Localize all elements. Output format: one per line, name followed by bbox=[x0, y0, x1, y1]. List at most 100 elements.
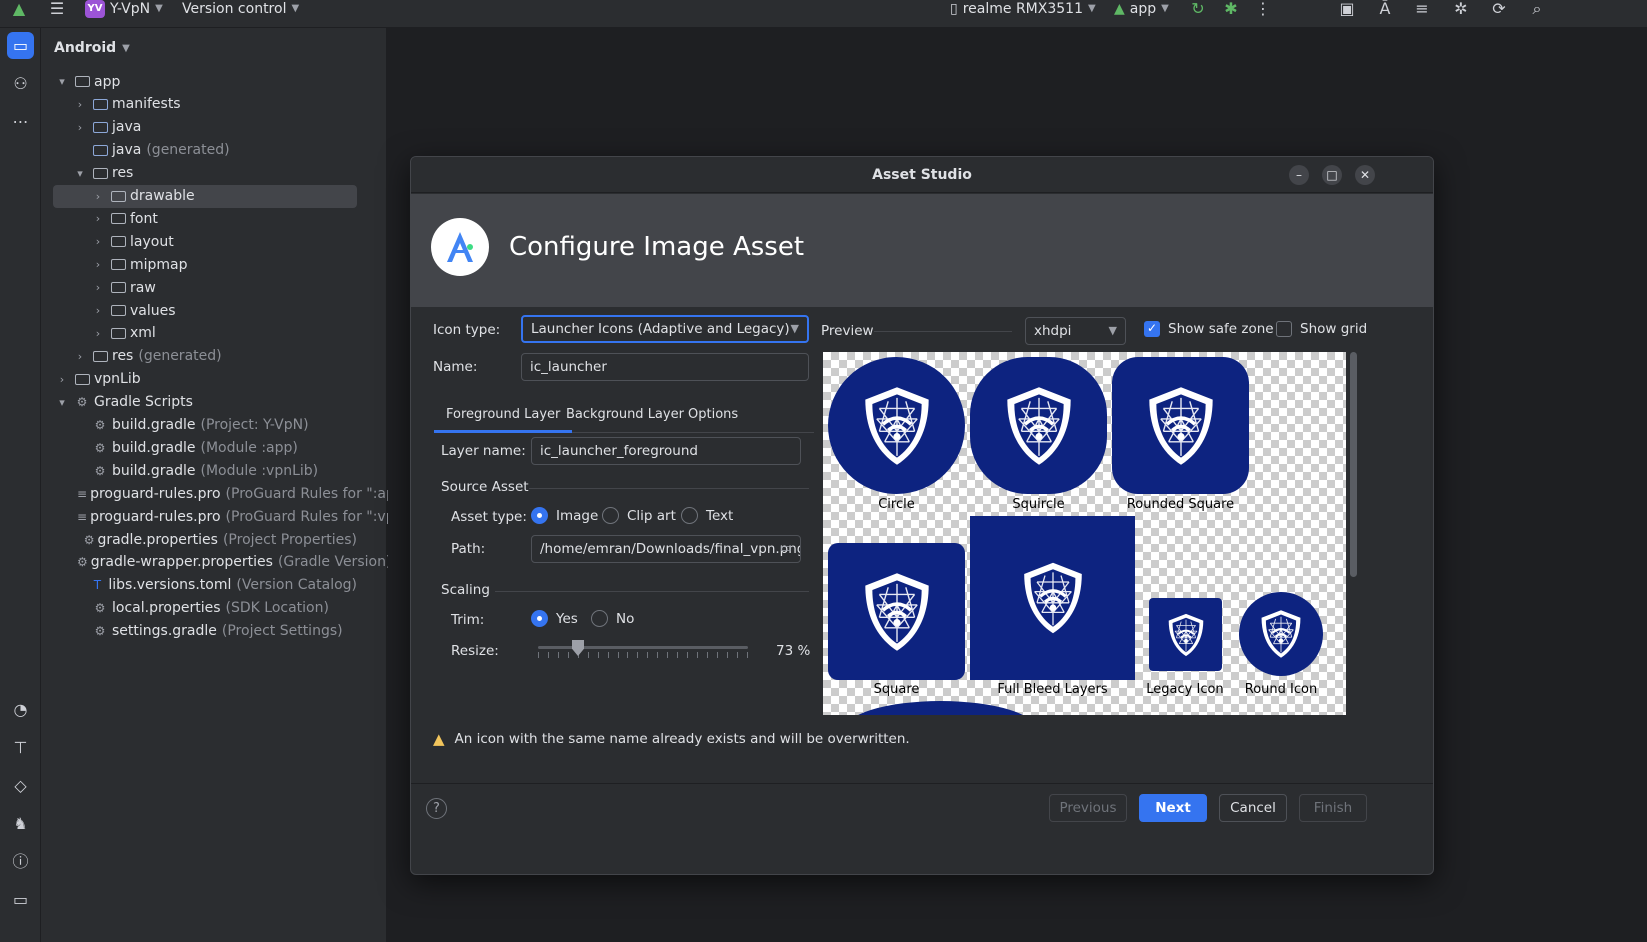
gem-icon[interactable]: ◇ bbox=[7, 772, 34, 799]
tree-item[interactable]: › values bbox=[53, 299, 357, 322]
density-select[interactable]: xhdpi ▼ bbox=[1025, 317, 1126, 345]
run-config-selector[interactable]: ▲ app ▼ bbox=[1114, 0, 1169, 17]
tree-item-icon bbox=[109, 235, 127, 249]
tree-item[interactable]: java (generated) bbox=[53, 139, 357, 162]
preview-scrollbar[interactable] bbox=[1350, 352, 1357, 577]
show-grid-checkbox[interactable]: Show grid bbox=[1276, 321, 1367, 337]
show-safe-zone-checkbox[interactable]: ✓ Show safe zone bbox=[1144, 321, 1274, 337]
caption-rounded-square: Rounded Square bbox=[1126, 497, 1235, 512]
asset-type-image-radio[interactable]: Image bbox=[531, 507, 598, 524]
close-icon[interactable]: ✕ bbox=[1355, 165, 1375, 185]
tab-background-layer[interactable]: Background Layer bbox=[554, 400, 696, 433]
trim-no-radio[interactable]: No bbox=[591, 610, 634, 627]
structure-icon[interactable]: ⚇ bbox=[7, 70, 34, 97]
vcs-menu[interactable]: Version control ▼ bbox=[182, 0, 299, 17]
finish-button[interactable]: Finish bbox=[1299, 794, 1367, 822]
tree-item[interactable]: ▾ ⚙ Gradle Scripts bbox=[53, 391, 357, 414]
minimize-icon[interactable]: – bbox=[1289, 165, 1309, 185]
tree-item-label: libs.versions.toml bbox=[108, 577, 232, 594]
expand-arrow-icon[interactable]: › bbox=[55, 373, 69, 386]
expand-arrow-icon[interactable]: › bbox=[73, 350, 87, 363]
tree-item[interactable]: ≡ proguard-rules.pro (ProGuard Rules for "… bbox=[53, 505, 395, 528]
profiler-icon[interactable]: ◔ bbox=[7, 696, 34, 723]
tree-item[interactable]: › mipmap bbox=[53, 253, 357, 276]
trim-yes-radio[interactable]: Yes bbox=[531, 610, 578, 627]
asset-type-text-radio[interactable]: Text bbox=[681, 507, 733, 524]
tree-item-icon: ⚙ bbox=[91, 601, 109, 615]
layer-name-input[interactable]: ic_launcher_foreground bbox=[531, 437, 801, 465]
tree-item[interactable]: ⚙ build.gradle (Module :app) bbox=[53, 436, 357, 459]
expand-arrow-icon[interactable]: ▾ bbox=[55, 396, 69, 409]
name-input[interactable]: ic_launcher bbox=[521, 353, 809, 381]
tab-options[interactable]: Options bbox=[676, 400, 750, 433]
resize-slider-track[interactable] bbox=[538, 646, 748, 649]
tree-item[interactable]: › java bbox=[53, 116, 357, 139]
logcat-icon[interactable]: ♞ bbox=[7, 810, 34, 837]
tab-foreground-layer[interactable]: Foreground Layer bbox=[434, 400, 573, 433]
maximize-icon[interactable]: □ bbox=[1322, 165, 1342, 185]
cancel-button[interactable]: Cancel bbox=[1219, 794, 1287, 822]
tree-item[interactable]: ▾ app bbox=[53, 70, 357, 93]
asset-type-clipart-radio[interactable]: Clip art bbox=[602, 507, 676, 524]
tree-item[interactable]: › drawable bbox=[53, 184, 357, 208]
tree-item[interactable]: ⚙ build.gradle (Module :vpnLib) bbox=[53, 459, 357, 482]
device-selector[interactable]: ▯ realme RMX3511 ▼ bbox=[950, 0, 1096, 17]
tree-item[interactable]: ⚙ build.gradle (Project: Y-VpN) bbox=[53, 414, 357, 437]
expand-arrow-icon[interactable]: › bbox=[91, 258, 105, 271]
project-panel: Android ▼ ▾ app › manifests › java java (genera… bbox=[41, 28, 395, 942]
device-manager-icon[interactable]: ▣ bbox=[1336, 0, 1358, 19]
tree-item[interactable]: ▾ res bbox=[53, 162, 357, 185]
expand-arrow-icon[interactable]: › bbox=[91, 235, 105, 248]
expand-arrow-icon[interactable]: › bbox=[91, 212, 105, 225]
path-input[interactable]: /home/emran/Downloads/final_vpn.png ▭ bbox=[531, 535, 801, 563]
tree-item[interactable]: ⚙ settings.gradle (Project Settings) bbox=[53, 620, 357, 643]
build-icon[interactable]: ⊤ bbox=[7, 734, 34, 761]
expand-arrow-icon[interactable]: › bbox=[73, 121, 87, 134]
help-icon[interactable]: ? bbox=[426, 798, 447, 819]
translate-icon[interactable]: Ā bbox=[1374, 0, 1396, 19]
folder-browse-icon[interactable]: ▭ bbox=[780, 536, 792, 562]
terminal-icon[interactable]: ▭ bbox=[7, 886, 34, 913]
layout-icon[interactable]: ≡ bbox=[1411, 0, 1433, 19]
expand-arrow-icon[interactable]: › bbox=[91, 304, 105, 317]
tree-item[interactable]: ≡ proguard-rules.pro (ProGuard Rules for "… bbox=[53, 482, 395, 505]
folder-icon bbox=[92, 98, 108, 110]
tree-item-icon bbox=[91, 349, 109, 363]
more-tools-icon[interactable]: ⋯ bbox=[7, 108, 34, 135]
tree-item[interactable]: Tlibs.versions.toml (Version Catalog) bbox=[53, 574, 357, 597]
tree-item[interactable]: › res (generated) bbox=[53, 345, 357, 368]
icon-type-select[interactable]: Launcher Icons (Adaptive and Legacy) ▼ bbox=[521, 315, 809, 343]
expand-arrow-icon[interactable]: ▾ bbox=[73, 167, 87, 180]
tree-item-icon bbox=[109, 281, 127, 295]
tree-item[interactable]: › layout bbox=[53, 230, 357, 253]
main-menu-icon[interactable]: ☰ bbox=[46, 0, 68, 19]
tree-item[interactable]: › font bbox=[53, 207, 357, 230]
expand-arrow-icon[interactable]: ▾ bbox=[55, 75, 69, 88]
apply-changes-icon[interactable]: ↻ bbox=[1187, 0, 1209, 19]
sync-icon[interactable]: ⟳ bbox=[1488, 0, 1510, 19]
tree-item[interactable]: › vpnLib bbox=[53, 368, 357, 391]
debug-icon[interactable]: ✱ bbox=[1220, 0, 1242, 19]
tree-item[interactable]: ⚙ local.properties (SDK Location) bbox=[53, 597, 357, 620]
tree-item[interactable]: › xml bbox=[53, 322, 357, 345]
expand-arrow-icon[interactable]: › bbox=[91, 327, 105, 340]
project-folder-icon[interactable]: ▭ bbox=[7, 32, 34, 59]
project-view-selector[interactable]: Android ▼ bbox=[54, 40, 130, 56]
radio-label: Image bbox=[556, 507, 599, 524]
project-selector[interactable]: YV Y-VpN ▼ bbox=[85, 0, 163, 18]
settings-icon[interactable]: ✲ bbox=[1450, 0, 1472, 19]
previous-button[interactable]: Previous bbox=[1049, 794, 1127, 822]
text-file-icon: ≡ bbox=[77, 486, 88, 501]
expand-arrow-icon[interactable]: › bbox=[91, 190, 105, 203]
tree-item[interactable]: ⚙ gradle-wrapper.properties (Gradle Versio… bbox=[53, 551, 391, 574]
expand-arrow-icon[interactable]: › bbox=[91, 281, 105, 294]
more-actions-icon[interactable]: ⋮ bbox=[1252, 0, 1274, 19]
warning-message: ▲ An icon with the same name already exi… bbox=[433, 730, 910, 748]
problems-icon[interactable]: ⓘ bbox=[7, 848, 34, 875]
tree-item[interactable]: › raw bbox=[53, 276, 357, 299]
next-button[interactable]: Next bbox=[1139, 794, 1207, 822]
tree-item[interactable]: ⚙ gradle.properties (Project Properties) bbox=[53, 528, 357, 551]
search-icon[interactable]: ⌕ bbox=[1526, 0, 1548, 19]
tree-item[interactable]: › manifests bbox=[53, 93, 357, 116]
expand-arrow-icon[interactable]: › bbox=[73, 98, 87, 111]
